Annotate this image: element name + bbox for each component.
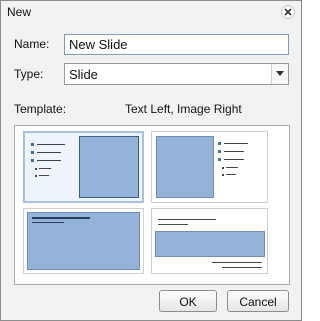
text-line [37, 160, 61, 161]
text-line [39, 175, 49, 176]
cancel-button[interactable]: Cancel [227, 290, 289, 312]
subtitle-line [158, 224, 188, 225]
dialog-title: New [7, 5, 32, 19]
close-icon[interactable] [281, 5, 295, 19]
image-placeholder [155, 231, 265, 257]
image-placeholder [156, 136, 214, 198]
bullet-icon [31, 151, 34, 154]
image-placeholder [79, 136, 139, 198]
text-line [212, 262, 262, 263]
bullet-icon [31, 159, 34, 162]
text-line [224, 143, 248, 144]
name-field[interactable] [64, 34, 289, 55]
text-line [37, 144, 65, 145]
template-text-left-image-right[interactable] [23, 131, 144, 203]
name-label: Name: [14, 37, 50, 51]
ok-button[interactable]: OK [159, 290, 217, 312]
text-line [224, 159, 244, 160]
text-line [222, 267, 262, 268]
template-gallery[interactable] [14, 125, 290, 285]
title-line [158, 219, 216, 220]
subtitle-line [32, 222, 64, 223]
type-label: Type: [14, 67, 44, 81]
template-title-image-band-text[interactable] [151, 208, 268, 274]
bullet-icon [31, 143, 34, 146]
template-label: Template: [14, 102, 67, 116]
type-select-value: Slide [69, 67, 98, 82]
chevron-down-icon[interactable] [271, 64, 288, 84]
image-placeholder [27, 212, 140, 270]
text-line [226, 174, 236, 175]
sub-bullet-icon [222, 174, 224, 176]
template-image-left-text-right[interactable] [151, 131, 268, 203]
sub-bullet-icon [222, 167, 224, 169]
bullet-icon [218, 158, 221, 161]
template-title-and-image[interactable] [23, 208, 144, 274]
text-line [39, 168, 51, 169]
bullet-icon [218, 150, 221, 153]
sub-bullet-icon [35, 168, 37, 170]
type-select[interactable]: Slide [64, 63, 289, 85]
dialog-titlebar[interactable]: New [1, 1, 301, 23]
sub-bullet-icon [35, 175, 37, 177]
new-slide-dialog: New Name: Type: Slide Template: Text Lef… [0, 0, 302, 321]
title-line [32, 217, 90, 219]
text-line [226, 167, 238, 168]
selected-template-name: Text Left, Image Right [125, 102, 242, 116]
text-line [37, 152, 61, 153]
bullet-icon [218, 142, 221, 145]
text-line [224, 151, 244, 152]
